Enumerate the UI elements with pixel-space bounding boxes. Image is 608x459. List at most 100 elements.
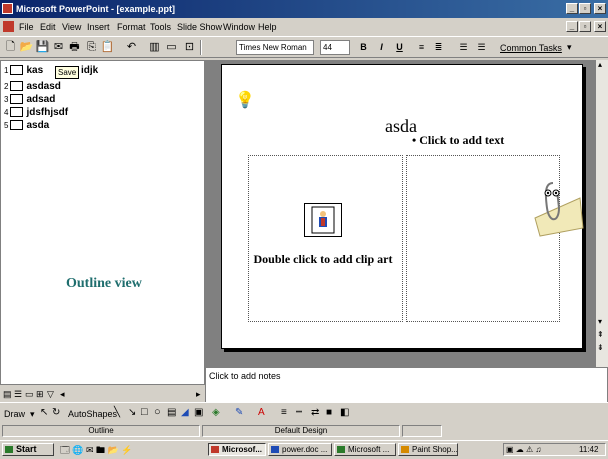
spelling-status-icon[interactable]: [402, 425, 442, 437]
align-center-icon[interactable]: ≣: [431, 40, 446, 55]
quicklaunch-icons[interactable]: 🗔 🌐 ✉ 🖿 📂 ⚡: [60, 443, 132, 459]
outline-item-2[interactable]: 2 asdasd: [4, 81, 61, 92]
next-slide-icon[interactable]: ⇟: [597, 343, 604, 352]
outline-item-5[interactable]: 5 asda: [4, 120, 49, 131]
3d-icon[interactable]: ◧: [340, 407, 349, 418]
autoshapes-menu-button[interactable]: AutoShapes: [68, 409, 117, 419]
font-color-icon[interactable]: A: [258, 407, 265, 418]
undo-icon[interactable]: ↶: [124, 40, 139, 55]
task-microsoft[interactable]: Microsoft ...: [334, 443, 396, 456]
bullets-icon[interactable]: ☰: [474, 40, 489, 55]
outline-item-3[interactable]: 3 adsad: [4, 94, 55, 105]
arrow-style-icon[interactable]: ⇄: [311, 407, 319, 418]
outline-number: 3: [4, 95, 9, 104]
menu-tools[interactable]: Tools: [150, 22, 171, 32]
line-tool-icon[interactable]: ╲: [114, 407, 120, 418]
common-tasks-button[interactable]: Common Tasks: [500, 43, 562, 53]
font-name-select[interactable]: Times New Roman: [236, 40, 314, 55]
slide-icon: [10, 65, 24, 76]
outline-item-4[interactable]: 4 jdsfhjsdf: [4, 107, 68, 118]
fill-color-icon[interactable]: ◈: [212, 407, 220, 418]
align-left-icon[interactable]: ≡: [414, 40, 429, 55]
arrow-tool-icon[interactable]: ↘: [128, 407, 136, 418]
scroll-left-icon[interactable]: ◂: [60, 389, 65, 400]
menu-file[interactable]: File: [19, 22, 34, 32]
line-style-icon[interactable]: ≡: [281, 407, 287, 418]
scroll-up-icon[interactable]: ▴: [598, 60, 602, 69]
slide-sorter-icon[interactable]: ⊞: [36, 389, 44, 400]
select-pointer-icon[interactable]: ↖: [40, 407, 48, 418]
outline-view-icon[interactable]: ☰: [14, 389, 22, 400]
copy-icon[interactable]: ⎘: [84, 40, 99, 55]
draw-menu-button[interactable]: Draw: [4, 409, 25, 419]
free-rotate-icon[interactable]: ↻: [52, 407, 60, 418]
insert-chart-icon[interactable]: ▥: [147, 40, 162, 55]
maximize-button[interactable]: ▫: [579, 3, 591, 14]
menu-edit[interactable]: Edit: [40, 22, 56, 32]
outline-text: jdsfhjsdf: [26, 107, 69, 118]
doc-restore-button[interactable]: ▫: [579, 21, 591, 32]
dash-style-icon[interactable]: ┅: [296, 407, 302, 418]
title-bar: Microsoft PowerPoint - [example.ppt] _ ▫…: [0, 0, 608, 18]
lightbulb-icon[interactable]: 💡: [235, 90, 255, 110]
task-powerpoint[interactable]: Microsof...: [208, 443, 266, 456]
save-icon[interactable]: 💾: [35, 40, 50, 55]
task-paint-shop[interactable]: Paint Shop...: [398, 443, 458, 456]
clipart-placeholder[interactable]: [248, 155, 403, 322]
normal-view-icon[interactable]: ▤: [3, 389, 12, 400]
wordart-icon[interactable]: ◢: [181, 407, 189, 418]
print-icon[interactable]: 🖶: [67, 40, 82, 55]
vertical-scrollbar[interactable]: ▴ ▾ ⇞ ⇟: [595, 60, 608, 367]
status-view: Outline: [2, 425, 200, 437]
draw-dropdown-icon[interactable]: ▾: [30, 409, 35, 420]
bold-button[interactable]: B: [356, 40, 371, 55]
font-size-select[interactable]: 44: [320, 40, 350, 55]
scroll-down-icon[interactable]: ▾: [598, 317, 602, 326]
doc-minimize-button[interactable]: _: [566, 21, 578, 32]
task-word-doc[interactable]: power.doc ...: [268, 443, 332, 456]
menu-window[interactable]: Window: [223, 22, 255, 32]
textbox-tool-icon[interactable]: ▤: [167, 407, 176, 418]
email-icon[interactable]: ✉: [51, 40, 66, 55]
open-folder-icon[interactable]: 📂: [19, 40, 34, 55]
document-icon[interactable]: [3, 21, 14, 32]
paste-icon[interactable]: 📋: [100, 40, 115, 55]
slide-view-icon[interactable]: ▭: [25, 389, 34, 400]
slide-icon: [10, 94, 24, 105]
slide-show-icon[interactable]: ▽: [47, 389, 54, 400]
taskbar: Start 🗔 🌐 ✉ 🖿 📂 ⚡ Microsof... power.doc …: [0, 440, 608, 456]
notes-placeholder: Click to add notes: [209, 371, 281, 381]
outline-text: asda: [26, 120, 50, 131]
menu-help[interactable]: Help: [258, 22, 277, 32]
line-color-icon[interactable]: ✎: [235, 407, 243, 418]
new-slide-icon[interactable]: ▭: [164, 40, 179, 55]
zoom-icon[interactable]: ⊡: [182, 40, 197, 55]
rectangle-tool-icon[interactable]: □: [141, 406, 148, 418]
outline-item-1[interactable]: 1 kas: [4, 65, 43, 76]
slide-icon: [10, 107, 24, 118]
new-file-icon[interactable]: 🗋: [3, 40, 18, 55]
menu-slide-show[interactable]: Slide Show: [177, 22, 222, 32]
common-tasks-dropdown-icon[interactable]: ▾: [567, 42, 572, 53]
previous-slide-icon[interactable]: ⇞: [597, 330, 604, 339]
clipart-prompt: Double click to add clip art: [253, 252, 393, 266]
tray-icons[interactable]: ▣ ☁ ⚠ ♫: [506, 444, 541, 455]
underline-button[interactable]: U: [392, 40, 407, 55]
start-button[interactable]: Start: [2, 443, 54, 456]
oval-tool-icon[interactable]: ○: [154, 406, 161, 418]
powerpoint-app-icon[interactable]: [2, 3, 13, 14]
outline-number: 4: [4, 108, 9, 117]
shadow-icon[interactable]: ■: [326, 407, 332, 418]
clipart-icon[interactable]: [304, 203, 342, 237]
close-button[interactable]: ×: [594, 3, 606, 14]
office-assistant-icon[interactable]: [525, 178, 585, 238]
menu-format[interactable]: Format: [117, 22, 146, 32]
doc-close-button[interactable]: ×: [594, 21, 606, 32]
numbering-icon[interactable]: ☰: [456, 40, 471, 55]
minimize-button[interactable]: _: [566, 3, 578, 14]
italic-button[interactable]: I: [374, 40, 389, 55]
scroll-right-icon[interactable]: ▸: [196, 389, 201, 400]
menu-view[interactable]: View: [62, 22, 81, 32]
menu-insert[interactable]: Insert: [87, 22, 110, 32]
insert-clipart-icon[interactable]: ▣: [194, 407, 203, 418]
